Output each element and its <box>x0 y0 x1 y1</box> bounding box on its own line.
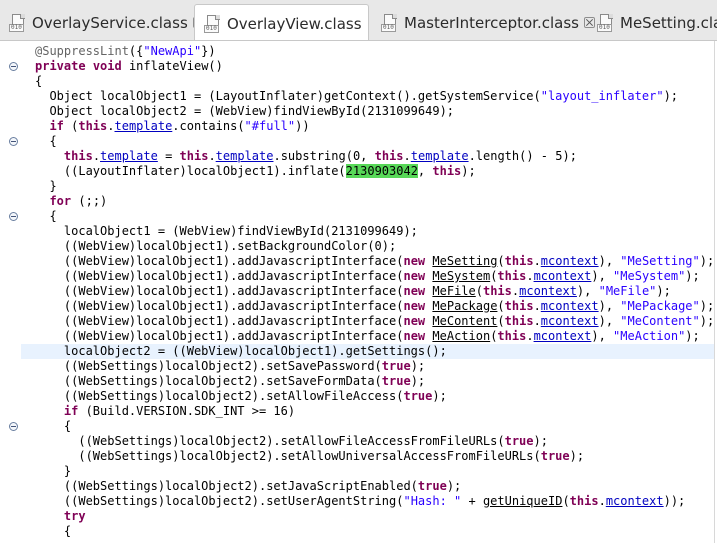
code-line[interactable]: ((WebView)localObject1).setBackgroundCol… <box>35 239 714 254</box>
code-line[interactable]: try <box>35 509 714 524</box>
code-editor[interactable]: @SuppressLint({"NewApi"}) private void in… <box>0 41 717 543</box>
code-line[interactable]: { <box>35 74 714 89</box>
code-line[interactable]: Object localObject2 = (WebView)findViewB… <box>35 104 714 119</box>
code-line[interactable]: ((WebView)localObject1).addJavascriptInt… <box>35 254 714 269</box>
code-line[interactable]: @SuppressLint({"NewApi"}) <box>35 44 714 59</box>
tab-label: MasterInterceptor.class <box>404 13 579 32</box>
code-line[interactable]: ((WebView)localObject1).addJavascriptInt… <box>35 299 714 314</box>
code-line[interactable]: ((WebSettings)localObject2).setUserAgent… <box>35 494 714 509</box>
tab-masterinterceptor[interactable]: 010 MasterInterceptor.class <box>372 4 595 40</box>
code-line[interactable]: ((WebSettings)localObject2).setSavePassw… <box>35 359 714 374</box>
code-line[interactable]: localObject1 = (WebView)findViewById(213… <box>35 224 714 239</box>
source-code[interactable]: @SuppressLint({"NewApi"}) private void in… <box>35 44 714 539</box>
code-line[interactable]: { <box>35 524 714 539</box>
code-line[interactable]: private void inflateView() <box>35 59 714 74</box>
code-line[interactable]: { <box>35 209 714 224</box>
class-file-icon: 010 <box>9 14 26 32</box>
code-line[interactable]: ((LayoutInflater)localObject1).inflate(2… <box>35 164 714 179</box>
fold-collapse-icon[interactable] <box>9 137 18 146</box>
code-line[interactable]: ((WebSettings)localObject2).setAllowFile… <box>35 389 714 404</box>
code-line[interactable]: ((WebSettings)localObject2).setAllowFile… <box>35 434 714 449</box>
class-file-icon: 010 <box>597 14 614 32</box>
code-line[interactable]: this.template = this.template.substring(… <box>35 149 714 164</box>
code-line[interactable]: ((WebView)localObject1).addJavascriptInt… <box>35 284 714 299</box>
code-line[interactable]: ((WebSettings)localObject2).setAllowUniv… <box>35 449 714 464</box>
class-file-icon: 010 <box>204 15 221 33</box>
fold-collapse-icon[interactable] <box>9 212 18 221</box>
code-line[interactable]: { <box>35 134 714 149</box>
code-line[interactable]: { <box>35 419 714 434</box>
code-line[interactable]: localObject2 = ((WebView)localObject1).g… <box>35 344 714 359</box>
code-line[interactable]: ((WebView)localObject1).addJavascriptInt… <box>35 329 714 344</box>
code-line[interactable]: ((WebView)localObject1).addJavascriptInt… <box>35 314 714 329</box>
code-line[interactable]: if (Build.VERSION.SDK_INT >= 16) <box>35 404 714 419</box>
code-line[interactable]: if (this.template.contains("#full")) <box>35 119 714 134</box>
code-line[interactable]: ((WebView)localObject1).addJavascriptInt… <box>35 269 714 284</box>
fold-gutter <box>0 41 20 543</box>
code-line[interactable]: } <box>35 179 714 194</box>
tab-label: OverlayService.class <box>32 13 188 32</box>
occurrence-highlight: 2130903042 <box>345 164 418 178</box>
class-file-icon: 010 <box>381 14 398 32</box>
fold-collapse-icon[interactable] <box>9 62 18 71</box>
tab-label: MeSetting.class <box>620 13 717 32</box>
code-line[interactable]: } <box>35 464 714 479</box>
editor-tab-bar: 010 OverlayService.class 010 OverlayView… <box>0 0 717 41</box>
tab-overlayview[interactable]: 010 OverlayView.class <box>194 4 369 40</box>
code-line[interactable]: Object localObject1 = (LayoutInflater)ge… <box>35 89 714 104</box>
fold-collapse-icon[interactable] <box>9 422 18 431</box>
tab-label: OverlayView.class <box>227 14 362 33</box>
code-line[interactable]: ((WebSettings)localObject2).setSaveFormD… <box>35 374 714 389</box>
code-line[interactable]: ((WebSettings)localObject2).setJavaScrip… <box>35 479 714 494</box>
code-line[interactable]: for (;;) <box>35 194 714 209</box>
tab-mesetting[interactable]: 010 MeSetting.class <box>588 4 717 40</box>
tab-overlayservice[interactable]: 010 OverlayService.class <box>0 4 204 40</box>
